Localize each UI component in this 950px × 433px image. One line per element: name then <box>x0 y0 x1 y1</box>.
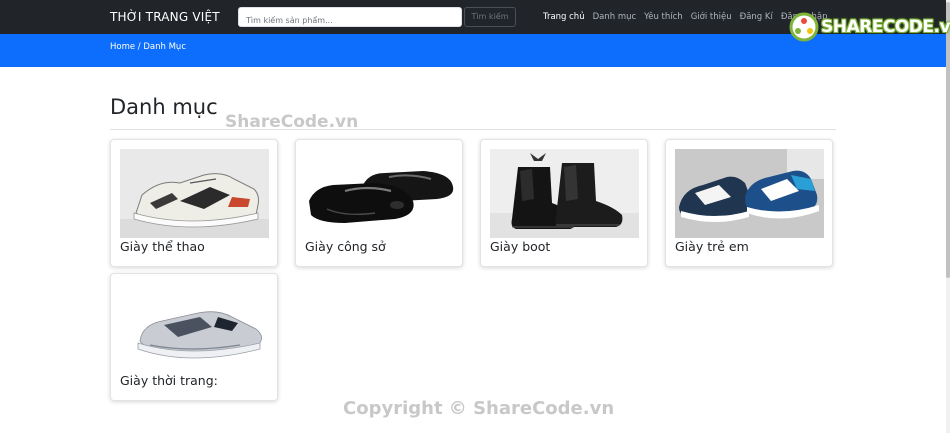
brand-logo[interactable]: THỜI TRANG VIỆT <box>110 10 220 24</box>
category-card-kids-shoes[interactable]: Giày trẻ em <box>665 139 833 267</box>
category-label: Giày thời trang: <box>120 373 218 388</box>
category-card-sneakers[interactable]: Giày thể thao <box>110 139 278 267</box>
category-card-office-shoes[interactable]: Giày công sở <box>295 139 463 267</box>
nav-link-categories[interactable]: Danh mục <box>593 12 637 22</box>
watermark-logo-text: SHARECODE.vn <box>821 17 950 37</box>
category-card-fashion-shoes[interactable]: Giày thời trang: <box>110 273 278 401</box>
watermark-text: ShareCode.vn <box>225 112 359 132</box>
search-box[interactable] <box>238 7 462 30</box>
breadcrumb[interactable]: Home / Danh Mục <box>110 42 186 52</box>
category-label: Giày trẻ em <box>675 239 749 254</box>
page-title: Danh mục <box>110 95 218 119</box>
category-card-boots[interactable]: Giày boot <box>480 139 648 267</box>
title-divider <box>110 129 836 130</box>
watermark-logo: SHARECODE.vn <box>789 8 950 46</box>
category-label: Giày thể thao <box>120 239 205 254</box>
search-button[interactable]: Tìm kiếm <box>464 7 516 27</box>
search-input[interactable] <box>239 11 461 30</box>
dress-shoes-image <box>305 149 454 238</box>
boot-image <box>490 149 639 238</box>
kids-shoe-image <box>675 149 824 238</box>
copyright-watermark: Copyright © ShareCode.vn <box>343 398 615 419</box>
nav-link-favorites[interactable]: Yêu thích <box>644 12 683 22</box>
fashion-shoe-image <box>120 283 269 372</box>
sharecode-logo-icon <box>789 12 819 42</box>
nav-link-register[interactable]: Đăng Kí <box>740 12 773 22</box>
category-label: Giày công sở <box>305 239 386 254</box>
nav-link-about[interactable]: Giới thiệu <box>691 12 732 22</box>
nav-links: Trang chủ Danh mục Yêu thích Giới thiệu … <box>543 12 828 22</box>
category-label: Giày boot <box>490 239 551 254</box>
nav-link-home[interactable]: Trang chủ <box>543 12 585 22</box>
sneaker-image <box>120 149 269 238</box>
